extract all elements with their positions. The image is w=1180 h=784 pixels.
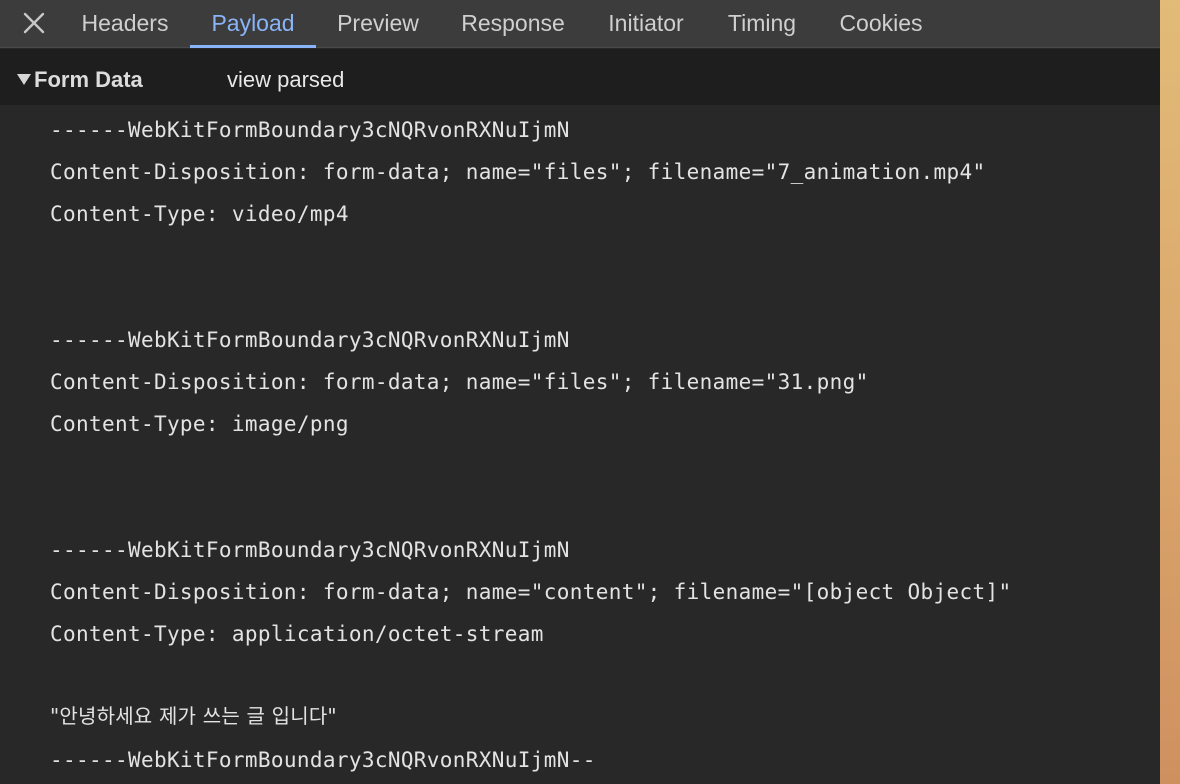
payload-line: Content-Disposition: form-data; name="co… [50, 580, 1012, 604]
payload-line: Content-Type: application/octet-stream [50, 622, 544, 646]
view-parsed-link[interactable]: view parsed [227, 67, 344, 93]
payload-line: Content-Type: video/mp4 [50, 202, 349, 226]
tab-cookies[interactable]: Cookies [836, 0, 926, 48]
tab-preview[interactable]: Preview [334, 0, 422, 48]
payload-line: ------WebKitFormBoundary3cNQRvonRXNuIjmN [50, 118, 570, 142]
payload-line: ------WebKitFormBoundary3cNQRvonRXNuIjmN… [50, 748, 596, 772]
section-title: Form Data [34, 67, 143, 92]
window-edge [1160, 0, 1180, 784]
devtools-network-detail-panel: Headers Payload Preview Response Initiat… [0, 0, 1160, 784]
payload-line: ------WebKitFormBoundary3cNQRvonRXNuIjmN [50, 538, 570, 562]
payload-line: "안녕하세요 제가 쓰는 글 입니다" [50, 704, 337, 728]
triangle-down-icon[interactable] [17, 74, 31, 85]
tab-headers[interactable]: Headers [78, 0, 172, 48]
tab-timing[interactable]: Timing [724, 0, 800, 48]
close-button[interactable] [18, 7, 50, 39]
form-data-section-header[interactable]: Form Data view parsed [0, 49, 1160, 105]
payload-line: Content-Disposition: form-data; name="fi… [50, 370, 869, 394]
tab-initiator[interactable]: Initiator [604, 0, 688, 48]
payload-line: Content-Type: image/png [50, 412, 349, 436]
tab-payload[interactable]: Payload [190, 0, 316, 48]
payload-line: ------WebKitFormBoundary3cNQRvonRXNuIjmN [50, 328, 570, 352]
tab-bar: Headers Payload Preview Response Initiat… [0, 0, 1160, 48]
payload-line: Content-Disposition: form-data; name="fi… [50, 160, 986, 184]
tab-response[interactable]: Response [458, 0, 568, 48]
close-icon [23, 12, 45, 34]
